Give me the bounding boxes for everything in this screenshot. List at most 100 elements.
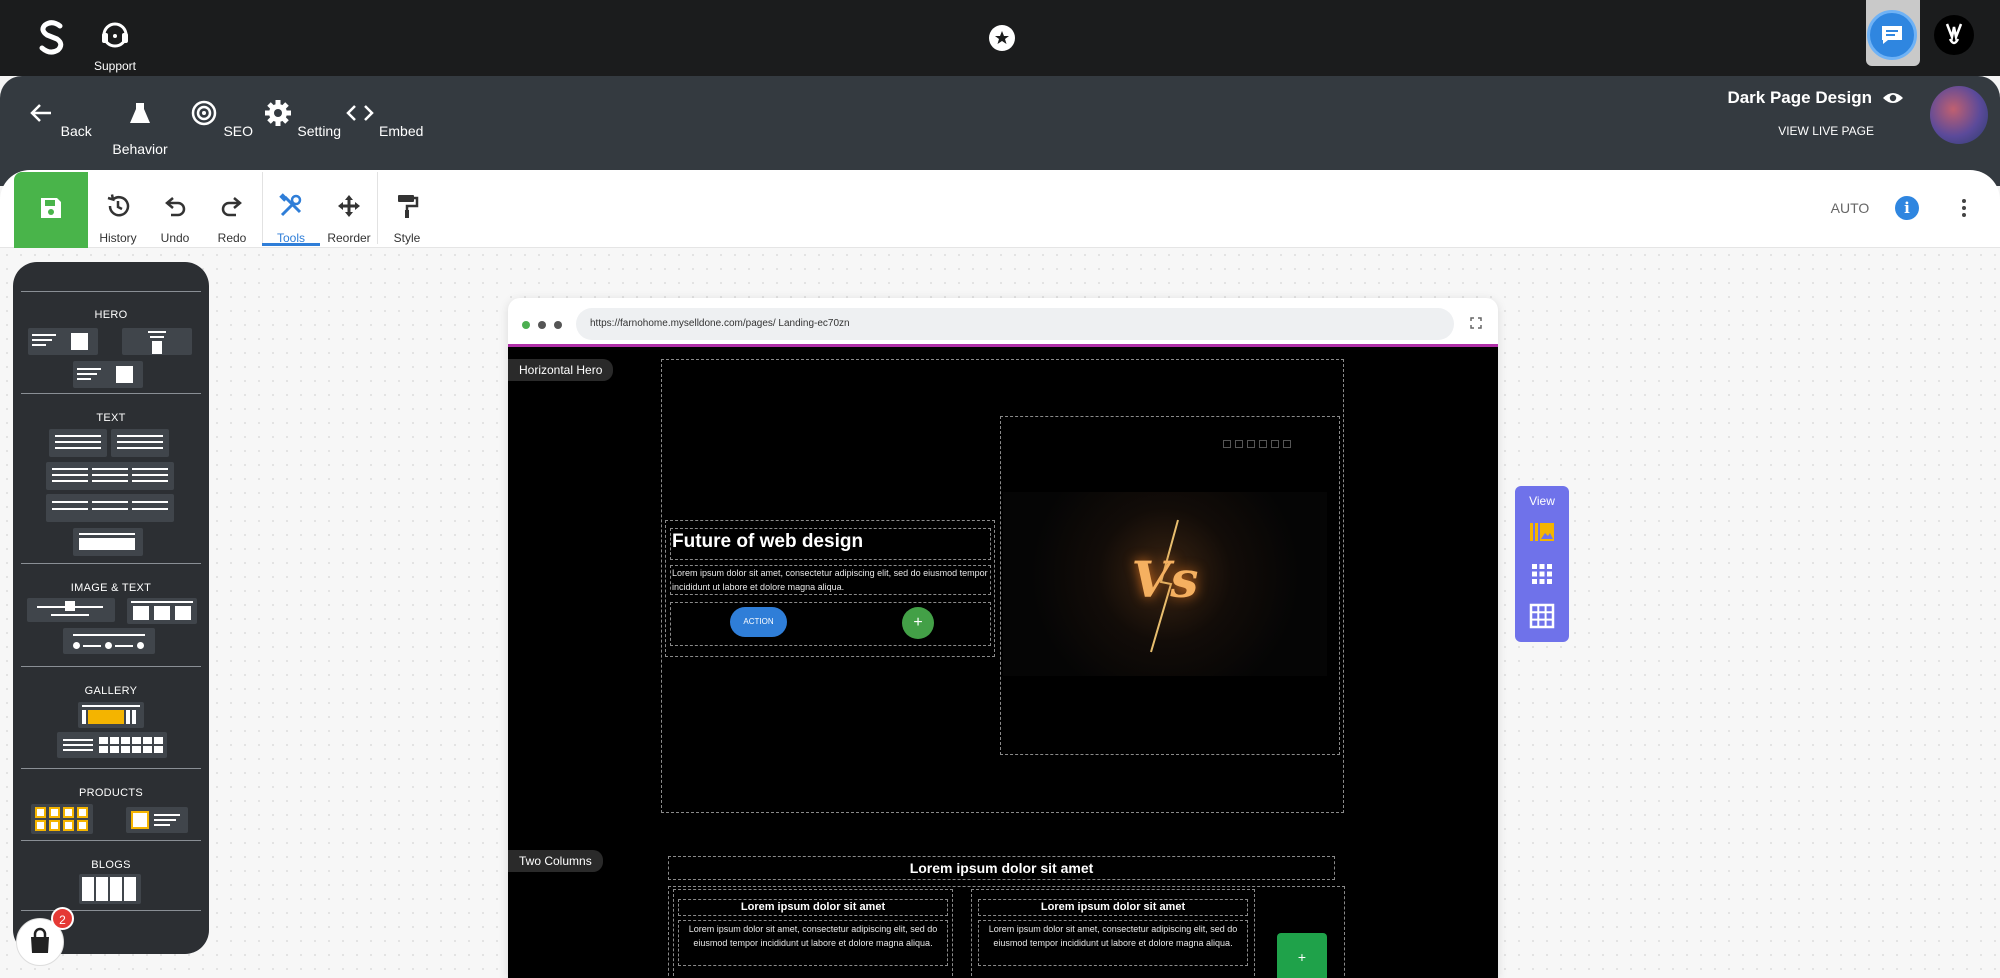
hero-add-button[interactable]: + [902,607,934,639]
section-title-text: TEXT [96,412,126,424]
hero-buttons-outline[interactable] [670,602,991,646]
redo-label: Redo [217,231,247,245]
support-label: Support [93,59,137,73]
preview-eye-icon[interactable] [1882,90,1904,106]
redo-icon [221,197,242,217]
hero-template-2[interactable] [122,328,192,355]
column-2-text[interactable]: Lorem ipsum dolor sit amet, consectetur … [980,922,1246,950]
undo-button[interactable]: Undo [148,192,202,247]
hero-text[interactable]: Lorem ipsum dolor sit amet, consectetur … [672,566,988,594]
info-button[interactable]: i [1895,196,1919,220]
panel-divider [21,910,201,911]
hero-image-text: Vs [1131,550,1199,609]
embed-button[interactable]: Embed [344,98,424,141]
image-text-template-3[interactable] [63,628,155,654]
star-button[interactable] [989,25,1015,51]
section-tag-horizontal-hero[interactable]: Horizontal Hero [508,359,614,381]
seo-button[interactable]: SEO [181,98,261,141]
hero-action-button[interactable]: ACTION [730,607,787,637]
fullscreen-icon[interactable] [1470,317,1482,329]
target-icon [191,100,217,126]
style-label: Style [393,231,421,245]
reorder-button[interactable]: Reorder [322,192,376,247]
text-template-1[interactable] [49,429,107,457]
section-title-blogs: BLOGS [91,859,131,871]
history-button[interactable]: History [91,192,145,247]
image-text-template-1[interactable] [27,598,115,622]
auto-mode-toggle[interactable]: AUTO [1820,200,1880,216]
view-live-page-link[interactable]: VIEW LIVE PAGE [1740,124,1874,138]
setting-label: Setting [297,123,342,139]
logo-icon [39,20,64,55]
undo-label: Undo [160,231,190,245]
behavior-button[interactable]: Behavior [100,98,180,159]
panel-divider [21,840,201,841]
cart-count-badge: 2 [51,907,74,930]
tools-tab[interactable]: Tools [264,192,318,247]
gallery-template-1[interactable] [78,702,144,728]
media-controls[interactable] [1223,435,1323,448]
gear-icon [264,100,291,126]
page-content: Horizontal Hero Vs Future of web design … [508,344,1498,978]
active-tab-indicator [262,243,320,246]
move-icon [338,195,360,217]
reorder-label: Reorder [327,231,371,245]
back-label: Back [60,123,92,139]
section-tag-two-columns[interactable]: Two Columns [508,850,603,872]
add-column-button[interactable]: + [1277,933,1327,978]
column-2-heading[interactable]: Lorem ipsum dolor sit amet [978,901,1248,913]
products-template-2[interactable] [126,807,188,833]
more-menu-button[interactable] [1958,196,1970,222]
paint-roller-icon [398,195,419,218]
sections-panel: HERO TEXT IMAGE & TEXT GALLERY PRODUCTS … [13,262,209,954]
hero-image[interactable]: Vs [1003,492,1327,676]
text-template-4[interactable] [46,494,174,522]
style-button[interactable]: Style [380,192,434,247]
text-template-5[interactable] [73,528,143,556]
panel-divider [21,768,201,769]
page-preview-window: https://farnohome.myselldone.com/pages/ … [508,298,1498,978]
section-title-products: PRODUCTS [78,787,144,799]
column-1-heading[interactable]: Lorem ipsum dolor sit amet [678,901,948,913]
text-template-2[interactable] [111,429,169,457]
blogs-template-1[interactable] [79,874,141,904]
redo-button[interactable]: Redo [205,192,259,247]
embed-label: Embed [379,123,424,139]
tools-icon [279,193,302,217]
page-title: Dark Page Design [1727,88,1872,107]
text-template-3[interactable] [46,462,174,490]
image-view-icon[interactable] [1528,518,1556,546]
window-dot [538,321,546,329]
gallery-template-2[interactable] [57,732,167,758]
selldone-logo[interactable] [36,18,68,56]
code-icon [345,105,374,121]
support-button[interactable]: Support [90,18,140,73]
column-1-text[interactable]: Lorem ipsum dolor sit amet, consectetur … [680,922,946,950]
section-title-hero: HERO [94,309,128,321]
two-columns-title[interactable]: Lorem ipsum dolor sit amet [668,860,1335,876]
preview-url-bar[interactable]: https://farnohome.myselldone.com/pages/ … [576,308,1454,340]
view-mode-panel: View [1515,486,1569,642]
products-template-1[interactable] [31,804,93,834]
user-avatar[interactable] [1934,15,1974,55]
hero-template-1[interactable] [28,328,98,355]
panel-divider [21,666,201,667]
save-button[interactable] [14,172,88,248]
toolbar-divider [377,172,378,244]
behavior-label: Behavior [112,141,168,157]
table-view-icon[interactable] [1528,602,1556,630]
chat-button[interactable] [1867,10,1917,60]
panel-divider [21,393,201,394]
section-title-gallery: GALLERY [84,685,138,697]
eye-icon [1883,93,1903,103]
shop-avatar[interactable] [1930,86,1988,144]
panel-divider [21,291,201,292]
image-text-template-2[interactable] [127,598,197,624]
back-button[interactable]: Back [19,98,99,141]
hero-title[interactable]: Future of web design [672,531,863,553]
hero-template-3[interactable] [73,361,143,388]
setting-button[interactable]: Setting [262,98,342,141]
floppy-icon [41,198,61,218]
section-title-image-text: IMAGE & TEXT [70,582,152,594]
grid-view-icon[interactable] [1528,560,1556,588]
